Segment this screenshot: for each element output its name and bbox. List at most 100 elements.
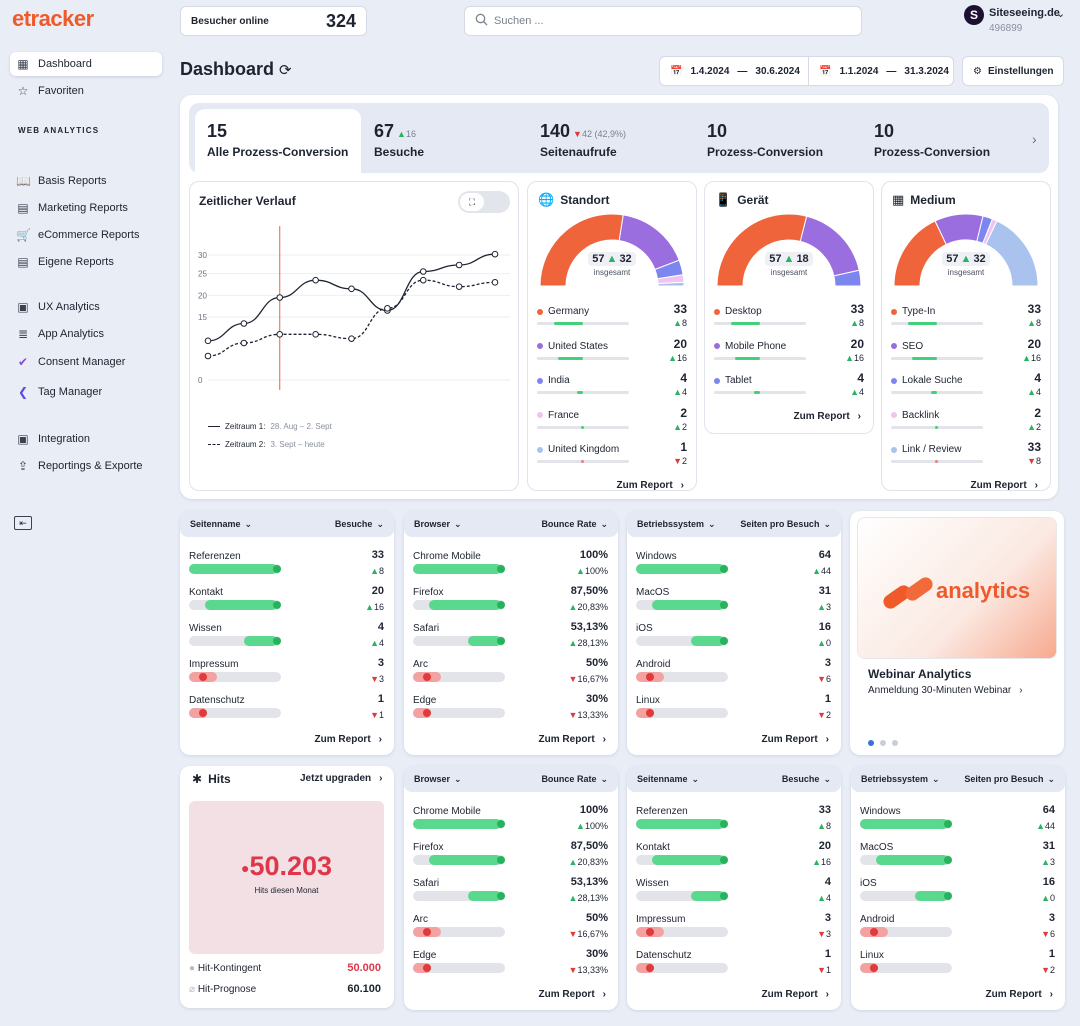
carousel-dots[interactable]: [868, 740, 898, 746]
list-item[interactable]: MacOS 31 ▲3: [860, 840, 1055, 872]
sidebar-item-marketing-reports[interactable]: ▤ Marketing Reports: [10, 196, 162, 220]
column-dropdown[interactable]: Betriebssystem ⌄: [637, 519, 716, 530]
list-item[interactable]: Chrome Mobile 100% ▲100%: [413, 549, 608, 581]
list-item[interactable]: Safari 53,13% ▲28,13%: [413, 876, 608, 908]
column-dropdown[interactable]: Betriebssystem ⌄: [861, 774, 940, 785]
chevron-right-icon[interactable]: ›: [1032, 131, 1037, 147]
carousel-dot-active[interactable]: [868, 740, 874, 746]
legend-row[interactable]: United States 20 ▲16: [537, 337, 687, 369]
expand-toggle[interactable]: ⛶: [458, 191, 510, 213]
sidebar-item-dashboard[interactable]: ▦ Dashboard: [10, 52, 162, 76]
legend-row[interactable]: Mobile Phone 20 ▲16: [714, 337, 864, 369]
zum-report-link[interactable]: Zum Report ›: [762, 989, 829, 1000]
list-item[interactable]: Android 3 ▼6: [636, 657, 831, 689]
list-item[interactable]: iOS 16 ▲0: [636, 621, 831, 653]
column-dropdown[interactable]: Browser ⌄: [414, 519, 462, 530]
list-item[interactable]: Linux 1 ▼2: [636, 693, 831, 725]
column-dropdown[interactable]: Seitenname ⌄: [190, 519, 252, 530]
list-item[interactable]: Kontakt 20 ▲16: [636, 840, 831, 872]
zum-report-link[interactable]: Zum Report ›: [762, 734, 829, 745]
sidebar-item-integration[interactable]: ▣ Integration: [10, 427, 162, 451]
tab-besuche[interactable]: 67 ▲16 Besuche: [362, 109, 528, 173]
legend-row[interactable]: Desktop 33 ▲8: [714, 302, 864, 334]
list-item[interactable]: Wissen 4 ▲4: [636, 876, 831, 908]
list-item[interactable]: Linux 1 ▼2: [860, 948, 1055, 980]
carousel-dot[interactable]: [892, 740, 898, 746]
tab-prozess-conversion-1[interactable]: 10 Prozess-Conversion: [695, 109, 861, 173]
sidebar-item-ecommerce-reports[interactable]: 🛒 eCommerce Reports: [10, 223, 162, 247]
sidebar-item-app-analytics[interactable]: ≣ App Analytics: [10, 322, 162, 346]
list-item[interactable]: Firefox 87,50% ▲20,83%: [413, 585, 608, 617]
zum-report-link[interactable]: Zum Report ›: [539, 989, 606, 1000]
tab-prozess-conversion-2[interactable]: 10 Prozess-Conversion: [862, 109, 1028, 173]
sidebar-item-tag-manager[interactable]: ❮ Tag Manager: [10, 380, 162, 404]
list-item-value: 4: [824, 876, 831, 888]
settings-button[interactable]: ⚙ Einstellungen: [962, 56, 1064, 86]
legend-row[interactable]: Backlink 2 ▲2: [891, 406, 1041, 438]
list-item[interactable]: Windows 64 ▲44: [860, 804, 1055, 836]
account-switcher[interactable]: S Siteseeing.de 496899 ⌄: [964, 5, 1074, 35]
list-item[interactable]: Chrome Mobile 100% ▲100%: [413, 804, 608, 836]
metric-dropdown[interactable]: Bounce Rate ⌄: [541, 519, 608, 530]
list-item[interactable]: Arc 50% ▼16,67%: [413, 657, 608, 689]
list-item[interactable]: MacOS 31 ▲3: [636, 585, 831, 617]
search-input[interactable]: Suchen ...: [464, 6, 862, 36]
metric-dropdown[interactable]: Seiten pro Besuch ⌄: [740, 519, 831, 530]
list-item[interactable]: Firefox 87,50% ▲20,83%: [413, 840, 608, 872]
tab-alle-prozess-conversion[interactable]: 15 Alle Prozess-Conversion: [195, 109, 361, 173]
metric-dropdown[interactable]: Besuche ⌄: [782, 774, 831, 785]
list-item[interactable]: Android 3 ▼6: [860, 912, 1055, 944]
legend-row[interactable]: India 4 ▲4: [537, 371, 687, 403]
list-item[interactable]: Impressum 3 ▼3: [189, 657, 384, 689]
legend-row[interactable]: SEO 20 ▲16: [891, 337, 1041, 369]
list-item[interactable]: Wissen 4 ▲4: [189, 621, 384, 653]
date-range-current[interactable]: 📅 1.4.2024 — 30.6.2024: [659, 56, 809, 86]
sidebar-item-consent-manager[interactable]: ✔ Consent Manager: [10, 350, 162, 374]
list-item[interactable]: Windows 64 ▲44: [636, 549, 831, 581]
tab-seitenaufrufe[interactable]: 140 ▼42 (42,9%) Seitenaufrufe: [528, 109, 694, 173]
zum-report-link[interactable]: Zum Report ›: [971, 480, 1038, 491]
sidebar-item-eigene-reports[interactable]: ▤ Eigene Reports: [10, 250, 162, 274]
list-item[interactable]: Edge 30% ▼13,33%: [413, 948, 608, 980]
list-item[interactable]: Datenschutz 1 ▼1: [189, 693, 384, 725]
legend-row[interactable]: Germany 33 ▲8: [537, 302, 687, 334]
upgrade-link[interactable]: Jetzt upgraden ›: [300, 773, 382, 784]
list-item[interactable]: Arc 50% ▼16,67%: [413, 912, 608, 944]
list-item[interactable]: iOS 16 ▲0: [860, 876, 1055, 908]
legend-row[interactable]: Lokale Suche 4 ▲4: [891, 371, 1041, 403]
sidebar-item-ux-analytics[interactable]: ▣ UX Analytics: [10, 295, 162, 319]
zum-report-link[interactable]: Zum Report ›: [794, 411, 861, 422]
visitors-online-widget[interactable]: Besucher online 324: [180, 6, 367, 36]
list-item[interactable]: Kontakt 20 ▲16: [189, 585, 384, 617]
list-item[interactable]: Safari 53,13% ▲28,13%: [413, 621, 608, 653]
sidebar-item-favoriten[interactable]: ☆ Favoriten: [10, 79, 162, 103]
legend-row[interactable]: Tablet 4 ▲4: [714, 371, 864, 403]
legend-row[interactable]: France 2 ▲2: [537, 406, 687, 438]
column-dropdown[interactable]: Seitenname ⌄: [637, 774, 699, 785]
zum-report-link[interactable]: Zum Report ›: [617, 480, 684, 491]
zum-report-link[interactable]: Zum Report ›: [986, 989, 1053, 1000]
metric-dropdown[interactable]: Seiten pro Besuch ⌄: [964, 774, 1055, 785]
list-item[interactable]: Edge 30% ▼13,33%: [413, 693, 608, 725]
webinar-card[interactable]: analytics Webinar Analytics Anmeldung 30…: [850, 511, 1064, 755]
metric-dropdown[interactable]: Bounce Rate ⌄: [541, 774, 608, 785]
list-item[interactable]: Referenzen 33 ▲8: [189, 549, 384, 581]
sidebar-item-basis-reports[interactable]: 📖 Basis Reports: [10, 169, 162, 193]
carousel-dot[interactable]: [880, 740, 886, 746]
list-item[interactable]: Datenschutz 1 ▼1: [636, 948, 831, 980]
etracker-logo[interactable]: etracker: [12, 6, 94, 32]
zum-report-link[interactable]: Zum Report ›: [539, 734, 606, 745]
collapse-sidebar-icon[interactable]: ⇤: [14, 516, 32, 530]
legend-row[interactable]: Link / Review 33 ▼8: [891, 440, 1041, 472]
date-range-compare[interactable]: 📅 1.1.2024 — 31.3.2024: [809, 56, 954, 86]
legend-row[interactable]: Type-In 33 ▲8: [891, 302, 1041, 334]
sidebar-item-reportings-exporte[interactable]: ⇪ Reportings & Exporte: [10, 454, 162, 478]
column-dropdown[interactable]: Browser ⌄: [414, 774, 462, 785]
legend-row[interactable]: United Kingdom 1 ▼2: [537, 440, 687, 472]
list-item[interactable]: Impressum 3 ▼3: [636, 912, 831, 944]
metric-dropdown[interactable]: Besuche ⌄: [335, 519, 384, 530]
webinar-link[interactable]: Anmeldung 30-Minuten Webinar ›: [868, 685, 1023, 696]
list-item[interactable]: Referenzen 33 ▲8: [636, 804, 831, 836]
refresh-icon[interactable]: ⟳: [279, 61, 292, 79]
zum-report-link[interactable]: Zum Report ›: [315, 734, 382, 745]
